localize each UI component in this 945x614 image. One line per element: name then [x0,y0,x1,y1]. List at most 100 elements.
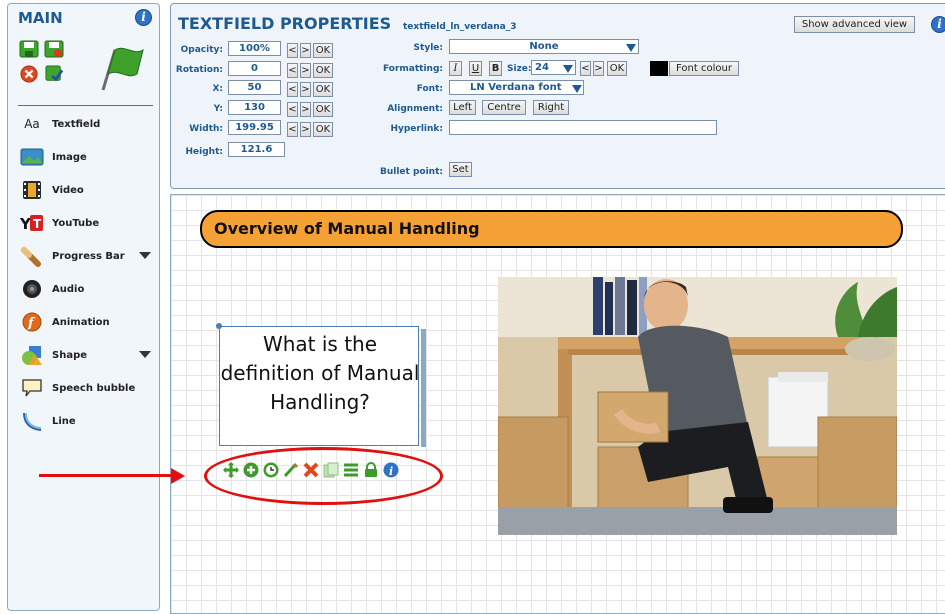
size-increase-button[interactable]: > [593,61,604,76]
rotation-decrease-button[interactable]: < [287,63,298,78]
banner-title: Overview of Manual Handling [214,219,480,238]
bullet-point-set-button[interactable]: Set [449,162,472,177]
opacity-increase-button[interactable]: > [300,43,311,58]
sidebar-item-textfield[interactable]: Aa Textfield [20,112,155,136]
sidebar-item-label: Progress Bar [52,250,125,262]
sidebar-info-icon[interactable]: i [135,9,152,26]
textfield-icon: Aa [24,117,40,131]
align-left-button[interactable]: Left [449,100,476,115]
width-ok-button[interactable]: OK [313,122,333,137]
publish-flag-icon[interactable] [97,42,147,94]
x-decrease-button[interactable]: < [287,82,298,97]
y-label: Y: [213,104,223,114]
y-increase-button[interactable]: > [300,102,311,117]
y-ok-button[interactable]: OK [313,102,333,117]
hyperlink-input[interactable] [449,120,717,135]
italic-button[interactable]: I [449,61,462,76]
opacity-ok-button[interactable]: OK [313,43,333,58]
sidebar-item-progress-bar[interactable]: Progress Bar [20,244,155,268]
properties-info-icon[interactable]: i [931,16,945,33]
save-as-icon[interactable] [44,40,64,58]
chevron-down-icon[interactable] [139,252,151,259]
textfield-resize-bar[interactable] [421,329,426,447]
main-sidebar: MAIN i Aa Textfield Image Video Y T YouT… [7,3,160,611]
manual-handling-photo[interactable] [498,277,897,535]
y-field[interactable]: 130 [228,100,281,115]
sidebar-title: MAIN [18,9,63,27]
opacity-decrease-button[interactable]: < [287,43,298,58]
sidebar-item-label: Line [52,415,76,427]
align-right-button[interactable]: Right [533,100,569,115]
style-select[interactable]: None [449,39,639,54]
sidebar-item-label: Shape [52,349,88,361]
y-decrease-button[interactable]: < [287,102,298,117]
size-decrease-button[interactable]: < [580,61,591,76]
rotation-field[interactable]: 0 [228,61,281,76]
sidebar-item-label: YouTube [52,217,100,229]
underline-button[interactable]: U [469,61,482,76]
textfield-text[interactable]: What is the definition of Manual Handlin… [220,330,420,417]
font-colour-button[interactable]: Font colour [669,61,739,76]
selected-textfield[interactable]: What is the definition of Manual Handlin… [219,326,419,446]
sidebar-item-speech-bubble[interactable]: Speech bubble [20,376,155,400]
sidebar-item-video[interactable]: Video [20,178,155,202]
x-label: X: [212,84,223,94]
rotation-increase-button[interactable]: > [300,63,311,78]
style-label: Style: [413,43,443,53]
chevron-down-icon[interactable] [139,351,151,358]
shape-icon [20,344,44,366]
properties-panel: TEXTFIELD PROPERTIES textfield_ln_verdan… [170,3,945,189]
rotation-ok-button[interactable]: OK [313,63,333,78]
width-increase-button[interactable]: > [300,122,311,137]
size-select[interactable]: 24 [531,60,576,75]
sidebar-item-audio[interactable]: Audio [20,277,155,301]
app-window: MAIN i Aa Textfield Image Video Y T YouT… [0,0,945,614]
image-icon [20,146,44,168]
sidebar-item-animation[interactable]: f Animation [20,310,155,334]
audio-icon [20,278,44,300]
show-advanced-view-button[interactable]: Show advanced view [794,16,915,33]
opacity-label: Opacity: [180,45,223,55]
size-ok-button[interactable]: OK [607,61,627,76]
sidebar-item-youtube[interactable]: YT YouTube [20,211,155,235]
width-decrease-button[interactable]: < [287,122,298,137]
size-label: Size: [507,64,532,74]
close-icon[interactable] [19,65,39,83]
font-label: Font: [416,84,443,94]
chevron-down-icon [626,44,636,52]
annotation-arrow-line [39,474,174,477]
line-icon [20,410,44,432]
sidebar-item-label: Speech bubble [52,382,136,394]
opacity-field[interactable]: 100% [228,41,281,56]
width-label: Width: [189,124,223,134]
animation-icon: f [20,311,44,333]
sidebar-item-line[interactable]: Line [20,409,155,433]
sidebar-item-label: Textfield [52,118,101,130]
bold-button[interactable]: B [489,61,502,76]
font-colour-swatch[interactable] [650,61,668,76]
speech-bubble-icon [20,377,44,399]
sidebar-item-image[interactable]: Image [20,145,155,169]
annotation-arrow-head [171,468,185,484]
x-field[interactable]: 50 [228,80,281,95]
x-ok-button[interactable]: OK [313,82,333,97]
sidebar-item-label: Animation [52,316,110,328]
video-icon [20,179,44,201]
font-value: LN Verdana font [470,82,562,93]
save-icon[interactable] [19,40,39,58]
font-select[interactable]: LN Verdana font [449,80,584,95]
width-field[interactable]: 199.95 [228,120,281,135]
save-approve-icon[interactable] [44,65,64,83]
svg-text:T: T [33,217,42,231]
hyperlink-label: Hyperlink: [390,124,443,134]
height-field[interactable]: 121.6 [228,142,285,157]
properties-title: TEXTFIELD PROPERTIES [178,14,392,33]
sidebar-item-shape[interactable]: Shape [20,343,155,367]
textfield-handle[interactable] [216,323,222,329]
chevron-down-icon [563,65,573,73]
formatting-label: Formatting: [383,64,443,74]
align-centre-button[interactable]: Centre [482,100,526,115]
x-increase-button[interactable]: > [300,82,311,97]
bullet-point-label: Bullet point: [380,167,443,177]
title-banner[interactable]: Overview of Manual Handling [200,210,903,248]
